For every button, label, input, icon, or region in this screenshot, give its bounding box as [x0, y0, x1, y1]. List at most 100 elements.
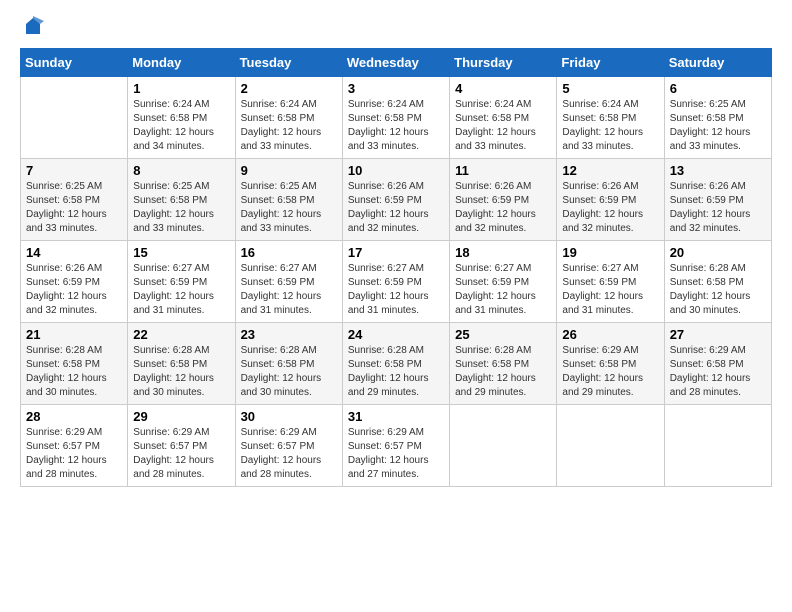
day-info: Sunrise: 6:24 AMSunset: 6:58 PMDaylight:… — [133, 98, 229, 154]
day-number: 18 — [455, 245, 551, 260]
day-number: 2 — [241, 81, 337, 96]
day-info: Sunrise: 6:29 AMSunset: 6:57 PMDaylight:… — [348, 426, 444, 482]
daylight-text: Daylight: 12 hours and 33 minutes. — [241, 209, 322, 234]
daylight-text: Daylight: 12 hours and 28 minutes. — [26, 455, 107, 480]
sunset-text: Sunset: 6:58 PM — [133, 195, 207, 206]
sunset-text: Sunset: 6:58 PM — [348, 359, 422, 370]
sunrise-text: Sunrise: 6:26 AM — [562, 181, 638, 192]
sunrise-text: Sunrise: 6:27 AM — [133, 263, 209, 274]
sunset-text: Sunset: 6:58 PM — [26, 195, 100, 206]
column-header-saturday: Saturday — [664, 49, 771, 77]
sunrise-text: Sunrise: 6:28 AM — [670, 263, 746, 274]
day-info: Sunrise: 6:27 AMSunset: 6:59 PMDaylight:… — [241, 262, 337, 318]
calendar-week-2: 7Sunrise: 6:25 AMSunset: 6:58 PMDaylight… — [21, 159, 772, 241]
sunset-text: Sunset: 6:59 PM — [562, 277, 636, 288]
calendar-cell: 30Sunrise: 6:29 AMSunset: 6:57 PMDayligh… — [235, 405, 342, 487]
day-info: Sunrise: 6:25 AMSunset: 6:58 PMDaylight:… — [26, 180, 122, 236]
sunset-text: Sunset: 6:59 PM — [348, 195, 422, 206]
day-number: 25 — [455, 327, 551, 342]
sunrise-text: Sunrise: 6:24 AM — [562, 99, 638, 110]
daylight-text: Daylight: 12 hours and 30 minutes. — [241, 373, 322, 398]
calendar-table: SundayMondayTuesdayWednesdayThursdayFrid… — [20, 48, 772, 487]
sunset-text: Sunset: 6:58 PM — [241, 359, 315, 370]
calendar-cell: 2Sunrise: 6:24 AMSunset: 6:58 PMDaylight… — [235, 77, 342, 159]
column-header-monday: Monday — [128, 49, 235, 77]
day-info: Sunrise: 6:25 AMSunset: 6:58 PMDaylight:… — [241, 180, 337, 236]
daylight-text: Daylight: 12 hours and 33 minutes. — [241, 127, 322, 152]
sunrise-text: Sunrise: 6:26 AM — [670, 181, 746, 192]
calendar-cell: 6Sunrise: 6:25 AMSunset: 6:58 PMDaylight… — [664, 77, 771, 159]
sunset-text: Sunset: 6:58 PM — [562, 113, 636, 124]
day-number: 11 — [455, 163, 551, 178]
calendar-cell: 22Sunrise: 6:28 AMSunset: 6:58 PMDayligh… — [128, 323, 235, 405]
sunrise-text: Sunrise: 6:26 AM — [348, 181, 424, 192]
calendar-cell: 19 Sunrise: 6:27 AMSunset: 6:59 PMDayligh… — [557, 241, 664, 323]
sunset-text: Sunset: 6:59 PM — [348, 277, 422, 288]
day-info: Sunrise: 6:27 AMSunset: 6:59 PMDaylight:… — [562, 262, 658, 318]
logo — [20, 16, 44, 38]
day-info: Sunrise: 6:29 AMSunset: 6:57 PMDaylight:… — [26, 426, 122, 482]
sunrise-text: Sunrise: 6:25 AM — [670, 99, 746, 110]
calendar-week-5: 28Sunrise: 6:29 AMSunset: 6:57 PMDayligh… — [21, 405, 772, 487]
column-header-wednesday: Wednesday — [342, 49, 449, 77]
sunset-text: Sunset: 6:58 PM — [348, 113, 422, 124]
sunset-text: Sunset: 6:59 PM — [455, 277, 529, 288]
calendar-cell — [557, 405, 664, 487]
day-number: 4 — [455, 81, 551, 96]
sunrise-text: Sunrise: 6:29 AM — [241, 427, 317, 438]
sunset-text: Sunset: 6:58 PM — [670, 359, 744, 370]
sunrise-text: Sunrise: 6:26 AM — [26, 263, 102, 274]
daylight-text: Daylight: 12 hours and 33 minutes. — [348, 127, 429, 152]
sunrise-text: Sunrise: 6:28 AM — [133, 345, 209, 356]
day-info: Sunrise: 6:26 AMSunset: 6:59 PMDaylight:… — [455, 180, 551, 236]
calendar-header: SundayMondayTuesdayWednesdayThursdayFrid… — [21, 49, 772, 77]
sunset-text: Sunset: 6:58 PM — [670, 113, 744, 124]
day-number: 29 — [133, 409, 229, 424]
sunrise-text: Sunrise: 6:24 AM — [455, 99, 531, 110]
sunrise-text: Sunrise: 6:27 AM — [455, 263, 531, 274]
calendar-cell — [664, 405, 771, 487]
sunrise-text: Sunrise: 6:24 AM — [241, 99, 317, 110]
daylight-text: Daylight: 12 hours and 33 minutes. — [26, 209, 107, 234]
day-number: 5 — [562, 81, 658, 96]
calendar-page: SundayMondayTuesdayWednesdayThursdayFrid… — [0, 0, 792, 503]
daylight-text: Daylight: 12 hours and 28 minutes. — [241, 455, 322, 480]
calendar-cell: 14Sunrise: 6:26 AMSunset: 6:59 PMDayligh… — [21, 241, 128, 323]
calendar-cell — [21, 77, 128, 159]
daylight-text: Daylight: 12 hours and 34 minutes. — [133, 127, 214, 152]
day-number: 20 — [670, 245, 766, 260]
day-number: 8 — [133, 163, 229, 178]
calendar-cell: 17Sunrise: 6:27 AMSunset: 6:59 PMDayligh… — [342, 241, 449, 323]
sunset-text: Sunset: 6:58 PM — [670, 277, 744, 288]
calendar-cell: 8Sunrise: 6:25 AMSunset: 6:58 PMDaylight… — [128, 159, 235, 241]
sunset-text: Sunset: 6:59 PM — [455, 195, 529, 206]
calendar-body: 1Sunrise: 6:24 AMSunset: 6:58 PMDaylight… — [21, 77, 772, 487]
daylight-text: Daylight: 12 hours and 31 minutes. — [455, 291, 536, 316]
day-info: Sunrise: 6:28 AMSunset: 6:58 PMDaylight:… — [670, 262, 766, 318]
day-info: Sunrise: 6:28 AMSunset: 6:58 PMDaylight:… — [241, 344, 337, 400]
calendar-cell: 16 Sunrise: 6:27 AMSunset: 6:59 PMDayligh… — [235, 241, 342, 323]
day-info: Sunrise: 6:28 AMSunset: 6:58 PMDaylight:… — [133, 344, 229, 400]
daylight-text: Daylight: 12 hours and 28 minutes. — [133, 455, 214, 480]
sunrise-text: Sunrise: 6:29 AM — [133, 427, 209, 438]
sunset-text: Sunset: 6:59 PM — [562, 195, 636, 206]
sunset-text: Sunset: 6:59 PM — [241, 277, 315, 288]
day-number: 23 — [241, 327, 337, 342]
daylight-text: Daylight: 12 hours and 32 minutes. — [670, 209, 751, 234]
calendar-cell: 20Sunrise: 6:28 AMSunset: 6:58 PMDayligh… — [664, 241, 771, 323]
day-number: 16 — [241, 245, 337, 260]
day-number: 19 — [562, 245, 658, 260]
sunrise-text: Sunrise: 6:28 AM — [26, 345, 102, 356]
day-number: 15 — [133, 245, 229, 260]
sunset-text: Sunset: 6:59 PM — [670, 195, 744, 206]
daylight-text: Daylight: 12 hours and 32 minutes. — [455, 209, 536, 234]
day-info: Sunrise: 6:29 AMSunset: 6:57 PMDaylight:… — [133, 426, 229, 482]
calendar-cell: 12Sunrise: 6:26 AMSunset: 6:59 PMDayligh… — [557, 159, 664, 241]
day-info: Sunrise: 6:29 AMSunset: 6:58 PMDaylight:… — [670, 344, 766, 400]
calendar-cell: 15Sunrise: 6:27 AMSunset: 6:59 PMDayligh… — [128, 241, 235, 323]
sunset-text: Sunset: 6:58 PM — [455, 359, 529, 370]
sunset-text: Sunset: 6:59 PM — [133, 277, 207, 288]
column-header-thursday: Thursday — [450, 49, 557, 77]
daylight-text: Daylight: 12 hours and 32 minutes. — [562, 209, 643, 234]
daylight-text: Daylight: 12 hours and 31 minutes. — [562, 291, 643, 316]
